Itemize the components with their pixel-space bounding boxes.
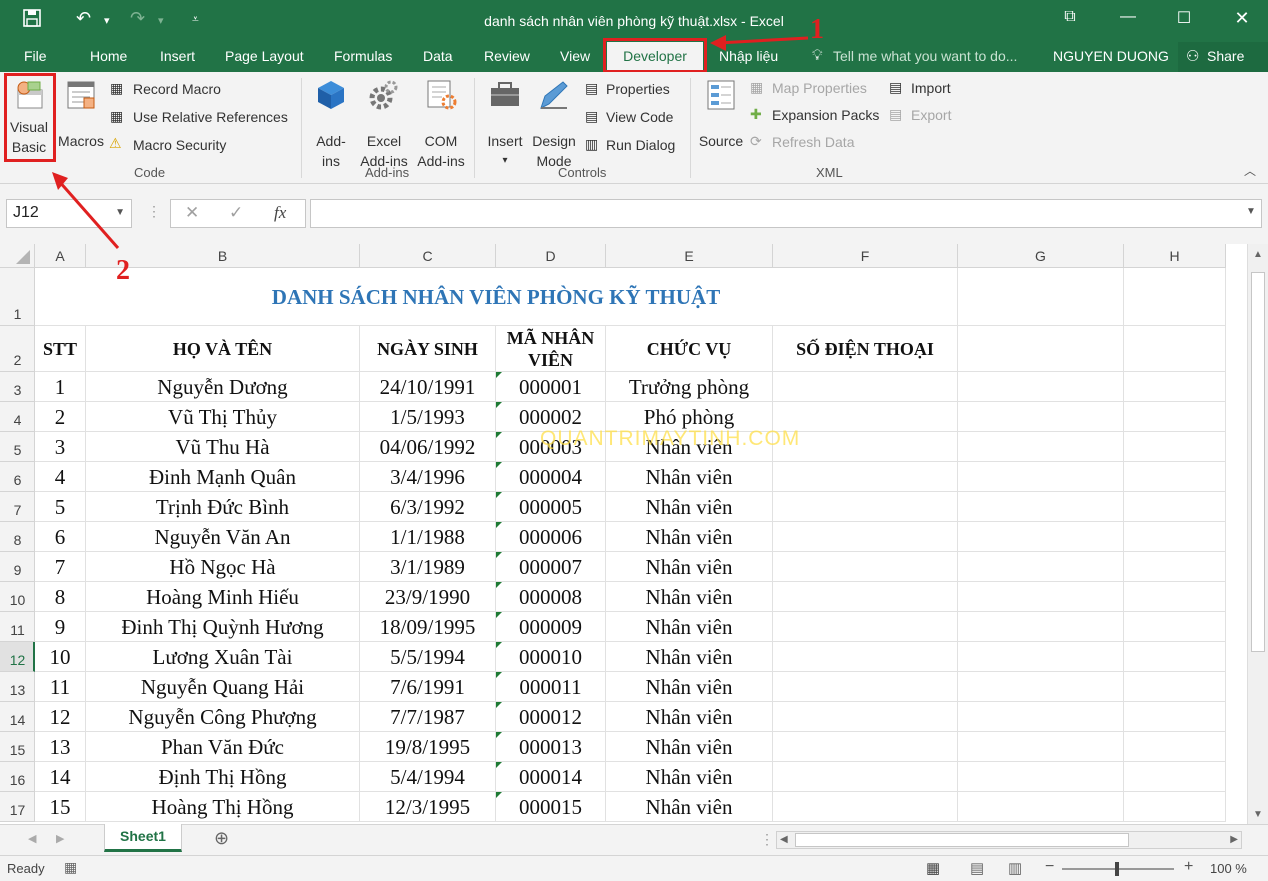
annotation-step-1: 1: [810, 14, 824, 45]
annotation-arrows: [52, 35, 809, 249]
arrow-1-head: [710, 35, 726, 51]
arrow-1: [717, 36, 809, 45]
arrow-2: [56, 179, 120, 249]
annotation-step-2: 2: [116, 255, 130, 286]
